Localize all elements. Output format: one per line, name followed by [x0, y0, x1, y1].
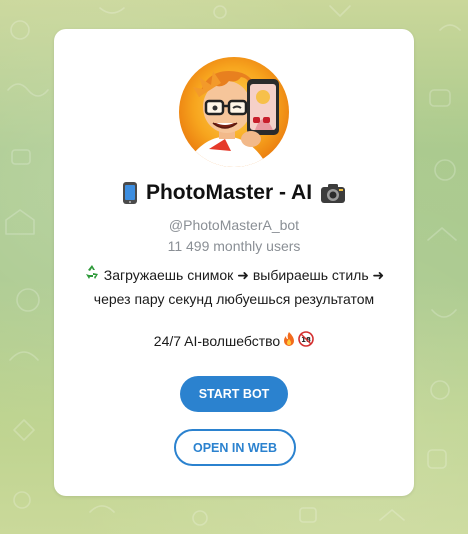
- description-text-2: через пару секунд любуешься результатом: [93, 291, 375, 307]
- tagline-text: 24/7 AI-волшебство: [153, 332, 281, 349]
- bot-title: PhotoMaster - AI: [54, 181, 414, 205]
- fire-icon: [282, 331, 296, 350]
- bot-name: PhotoMaster - AI: [145, 181, 313, 204]
- avatar-illustration: [179, 57, 289, 167]
- no-under-18-icon: 18: [298, 331, 314, 350]
- monthly-users-count: 11 499 monthly users: [167, 238, 301, 254]
- bot-avatar: [179, 57, 289, 167]
- mobile-phone-icon: [122, 181, 138, 205]
- bot-username: @PhotoMasterA_bot: [168, 217, 300, 233]
- bot-info-card: PhotoMaster - AI @PhotoMasterA_bot 11 49…: [54, 29, 414, 496]
- description-text-1: Загружаешь снимок ➜ выбираешь стиль ➜: [103, 267, 385, 283]
- bot-description: Загружаешь снимок ➜ выбираешь стиль ➜ че…: [66, 263, 402, 311]
- tagline: 24/7 AI-волшебство 18: [54, 331, 414, 350]
- recycle-icon: [84, 263, 100, 287]
- open-in-web-button[interactable]: OPEN IN WEB: [174, 429, 296, 466]
- start-bot-button[interactable]: START BOT: [180, 376, 288, 412]
- description-line-2: через пару секунд любуешься результатом: [66, 287, 402, 311]
- description-line-1: Загружаешь снимок ➜ выбираешь стиль ➜: [66, 263, 402, 287]
- camera-icon: [320, 182, 346, 204]
